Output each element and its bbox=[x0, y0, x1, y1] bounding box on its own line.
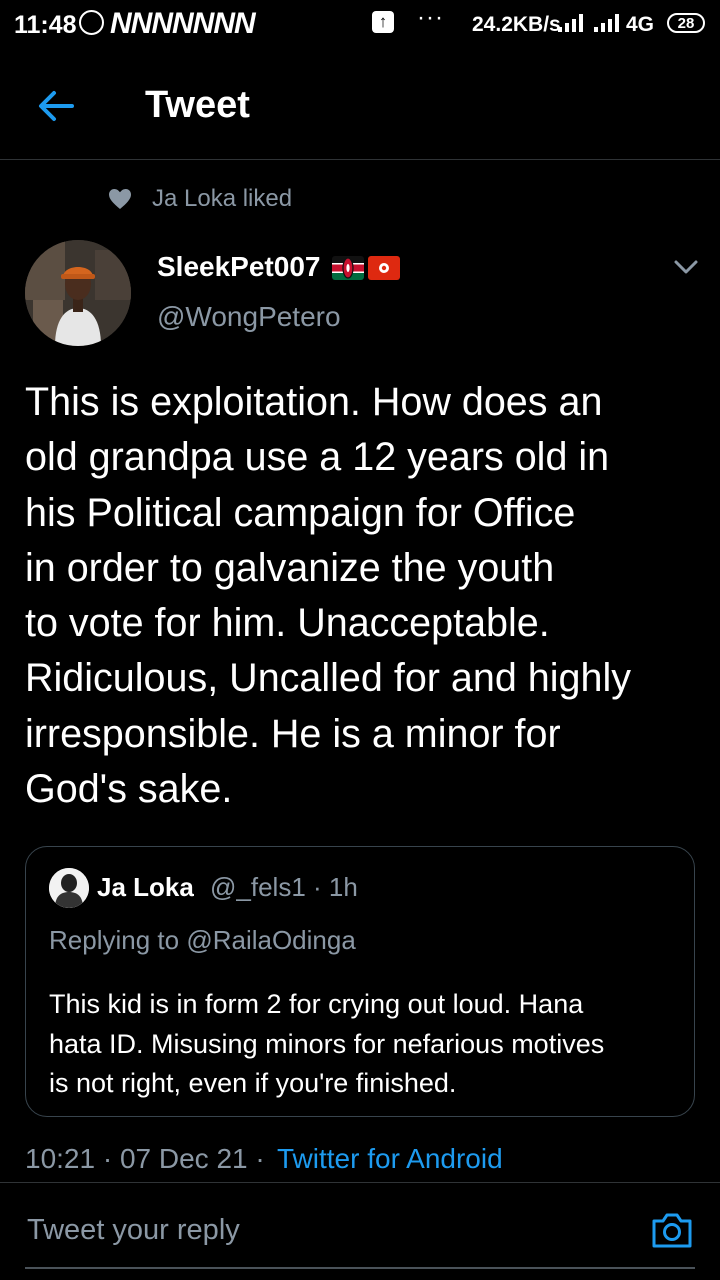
tweet-timestamp: 10:21 · 07 Dec 21 · bbox=[25, 1143, 265, 1174]
arrow-left-icon[interactable] bbox=[36, 86, 76, 126]
avatar[interactable] bbox=[25, 240, 131, 346]
quoted-author-name: Ja Loka bbox=[97, 872, 194, 902]
battery-level: 28 bbox=[677, 15, 695, 32]
author-handle[interactable]: @WongPetero bbox=[157, 301, 341, 333]
replying-to-prefix: Replying to bbox=[49, 925, 180, 955]
tweet-source-link[interactable]: Twitter for Android bbox=[277, 1143, 503, 1175]
chevron-down-icon[interactable] bbox=[673, 257, 699, 277]
meta-divider bbox=[0, 1182, 720, 1183]
tweet-text: This is exploitation. How does an old gr… bbox=[25, 380, 632, 812]
reply-input[interactable] bbox=[25, 1213, 629, 1248]
upload-icon: ↑ bbox=[372, 11, 394, 33]
network-speed: 24.2KB/s bbox=[472, 13, 561, 36]
reply-underline bbox=[25, 1267, 695, 1269]
status-time: 11:48 bbox=[14, 11, 77, 39]
notification-icons: NNNNNNN bbox=[110, 7, 256, 40]
social-context-label: Ja Loka liked bbox=[152, 185, 293, 212]
more-notifications-icon: ··· bbox=[417, 4, 444, 31]
whatsapp-icon bbox=[79, 10, 104, 35]
signal-icon bbox=[558, 14, 588, 32]
battery-icon: 28 bbox=[667, 13, 705, 33]
replying-to-label: Replying to @RailaOdinga bbox=[49, 925, 356, 956]
heart-icon bbox=[109, 189, 131, 209]
replying-to-handle: @RailaOdinga bbox=[186, 925, 356, 955]
quoted-author-handle-time: @_fels1 · 1h bbox=[210, 872, 358, 902]
quoted-avatar bbox=[49, 868, 89, 908]
camera-icon[interactable] bbox=[650, 1210, 694, 1250]
signal-icon bbox=[594, 14, 624, 32]
author-name[interactable]: SleekPet007 bbox=[157, 251, 320, 283]
page-title: Tweet bbox=[145, 84, 250, 126]
network-type: 4G bbox=[626, 13, 655, 36]
quoted-tweet-text: This kid is in form 2 for crying out lou… bbox=[49, 989, 605, 1098]
kenya-flag-icon bbox=[332, 256, 364, 280]
status-bar: 11:48 NNNNNNN ↑ ··· 24.2KB/s 4G 28 bbox=[0, 0, 720, 50]
hong-kong-flag-icon bbox=[368, 256, 400, 280]
header-divider bbox=[0, 159, 720, 160]
